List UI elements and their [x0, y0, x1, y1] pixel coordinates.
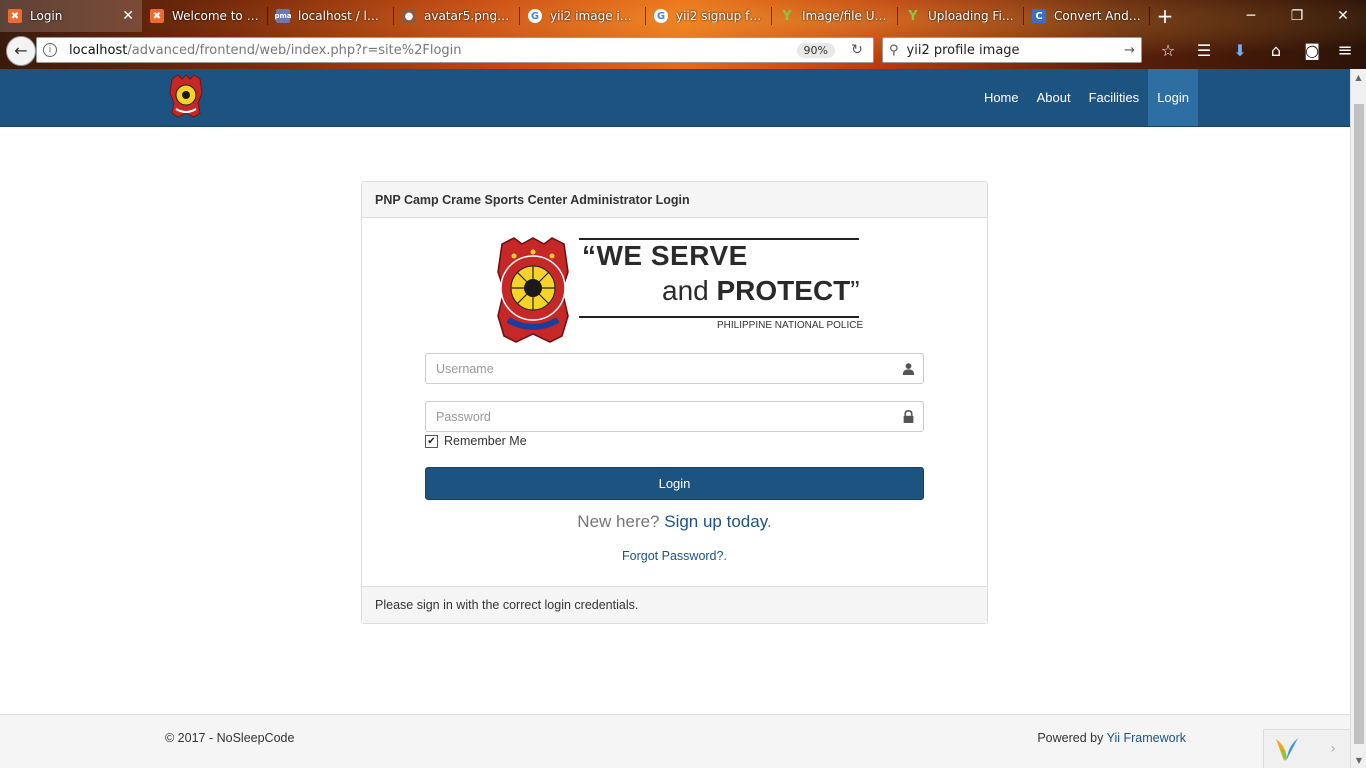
tab-google-2[interactable]: G yii2 signup for...	[646, 0, 772, 32]
tab-avatar[interactable]: ● avatar5.png (P...	[394, 0, 520, 32]
slogan-close-quote: ”	[850, 275, 860, 306]
minimize-icon[interactable]: ─	[1228, 0, 1274, 32]
forgot-password-link[interactable]: Forgot Password?.	[362, 549, 987, 563]
download-icon[interactable]: ⬇	[1222, 35, 1258, 65]
tab-label: yii2 image in s...	[550, 9, 638, 23]
login-button[interactable]: Login	[425, 467, 924, 500]
tab-label: Convert And R...	[1054, 9, 1142, 23]
signup-link[interactable]: Sign up today	[664, 512, 767, 531]
browser-chrome: ✖ Login ✕ ✖ Welcome to P... pma localhos…	[0, 0, 1366, 69]
address-bar[interactable]: i localhost/advanced/frontend/web/index.…	[36, 37, 874, 63]
zoom-indicator[interactable]: 90%	[796, 42, 835, 58]
convert-icon: C	[1032, 9, 1046, 23]
slogan-organization: PHILIPPINE NATIONAL POLICE	[717, 320, 864, 331]
browser-toolbar: ← i localhost/advanced/frontend/web/inde…	[0, 32, 1366, 69]
remember-me-checkbox[interactable]: ✔	[425, 434, 438, 448]
nav-about[interactable]: About	[1028, 69, 1080, 126]
xampp-icon: ✖	[8, 9, 22, 23]
scroll-down-arrow-icon[interactable]: ▼	[1351, 752, 1366, 768]
chevron-right-icon[interactable]: ›	[1330, 741, 1336, 757]
url-path: /advanced/frontend/web/index.php?r=site%…	[127, 42, 462, 58]
tab-phpmyadmin[interactable]: pma localhost / loc...	[268, 0, 394, 32]
slogan-bottom-rule	[579, 316, 859, 318]
yii-icon: Y	[908, 8, 918, 24]
lock-icon	[900, 408, 916, 424]
powered-prefix: Powered by	[1037, 731, 1107, 745]
nav-home[interactable]: Home	[975, 69, 1028, 126]
tab-welcome[interactable]: ✖ Welcome to P...	[142, 0, 268, 32]
home-icon[interactable]: ⌂	[1258, 35, 1294, 65]
search-bar[interactable]: ⚲ yii2 profile image →	[882, 37, 1142, 63]
copyright: © 2017 - NoSleepCode	[165, 731, 295, 745]
site-navbar: Home About Facilities Login	[0, 69, 1350, 127]
tab-label: Uploading File...	[928, 9, 1016, 23]
slogan-and-protect: and PROTECT”	[662, 275, 860, 307]
tab-convert[interactable]: C Convert And R...	[1024, 0, 1150, 32]
close-tab-icon[interactable]: ✕	[122, 8, 134, 24]
xampp-icon: ✖	[150, 9, 164, 23]
tab-label: Welcome to P...	[172, 9, 260, 23]
tab-label: localhost / loc...	[298, 9, 386, 23]
tab-label: Image/file Upl...	[802, 9, 890, 23]
user-icon	[900, 360, 916, 376]
search-go-arrow-icon[interactable]: →	[1124, 43, 1135, 58]
powered-by: Powered by Yii Framework	[1037, 731, 1186, 745]
pocket-icon[interactable]: ◙	[1294, 35, 1330, 65]
tab-yii-2[interactable]: Y Uploading File...	[898, 0, 1024, 32]
page-scrollbar[interactable]: ▲ ▼	[1350, 69, 1366, 768]
remember-me-label: Remember Me	[444, 434, 527, 448]
panel-footer: Please sign in with the correct login cr…	[362, 586, 987, 623]
image-icon: ●	[402, 9, 416, 23]
close-window-icon[interactable]: ✕	[1320, 0, 1366, 32]
slogan-protect: PROTECT	[716, 275, 851, 306]
signup-dot: .	[766, 512, 772, 531]
login-panel: PNP Camp Crame Sports Center Administrat…	[361, 181, 988, 624]
new-tab-button[interactable]: +	[1150, 0, 1180, 32]
search-value: yii2 profile image	[906, 42, 1020, 58]
password-input[interactable]	[425, 401, 924, 432]
google-icon: G	[528, 9, 542, 23]
tab-label: Login	[30, 9, 63, 23]
phpmyadmin-icon: pma	[274, 9, 292, 23]
hamburger-menu-icon[interactable]: ≡	[1330, 35, 1360, 65]
panel-heading: PNP Camp Crame Sports Center Administrat…	[362, 182, 987, 218]
yii-debug-toolbar[interactable]: ›	[1263, 729, 1350, 768]
search-icon: ⚲	[889, 42, 899, 58]
scrollbar-thumb[interactable]	[1354, 104, 1364, 744]
google-icon: G	[654, 9, 668, 23]
tab-bar: ✖ Login ✕ ✖ Welcome to P... pma localhos…	[0, 0, 1366, 32]
info-icon[interactable]: i	[43, 43, 57, 57]
site-menu: Home About Facilities Login	[975, 69, 1198, 126]
tab-yii-1[interactable]: Y Image/file Upl...	[772, 0, 898, 32]
bookmark-star-icon[interactable]: ☆	[1150, 35, 1186, 65]
restore-icon[interactable]: ❐	[1274, 0, 1320, 32]
scroll-up-arrow-icon[interactable]: ▲	[1351, 69, 1366, 85]
nav-login[interactable]: Login	[1148, 69, 1198, 126]
pnp-seal-image	[497, 237, 569, 343]
bookmarks-list-icon[interactable]: ☰	[1186, 35, 1222, 65]
reload-icon[interactable]: ↻	[845, 42, 869, 58]
page-content: Home About Facilities Login PNP Camp Cra…	[0, 69, 1350, 768]
url-host: localhost	[69, 42, 128, 58]
signup-prompt: New here? Sign up today.	[362, 512, 987, 532]
remember-me[interactable]: ✔ Remember Me	[425, 434, 527, 448]
slogan-and: and	[662, 275, 717, 306]
yii-icon: Y	[782, 8, 792, 24]
tab-login[interactable]: ✖ Login ✕	[0, 0, 142, 32]
site-footer: © 2017 - NoSleepCode Powered by Yii Fram…	[0, 714, 1350, 768]
window-controls: ─ ❐ ✕	[1228, 0, 1366, 32]
back-arrow-icon[interactable]: ←	[6, 35, 36, 66]
slogan-we-serve: “WE SERVE	[582, 240, 748, 271]
pnp-logo[interactable]	[168, 73, 204, 119]
toolbar-icons: ☆ ☰ ⬇ ⌂ ◙	[1150, 35, 1330, 65]
nav-facilities[interactable]: Facilities	[1080, 69, 1149, 126]
username-input[interactable]	[425, 353, 924, 384]
tab-label: avatar5.png (P...	[424, 9, 512, 23]
tab-label: yii2 signup for...	[676, 9, 764, 23]
yii-framework-link[interactable]: Yii Framework	[1107, 731, 1186, 745]
tab-google-1[interactable]: G yii2 image in s...	[520, 0, 646, 32]
signup-prefix: New here?	[577, 512, 665, 531]
yii-logo-icon[interactable]	[1272, 735, 1302, 763]
